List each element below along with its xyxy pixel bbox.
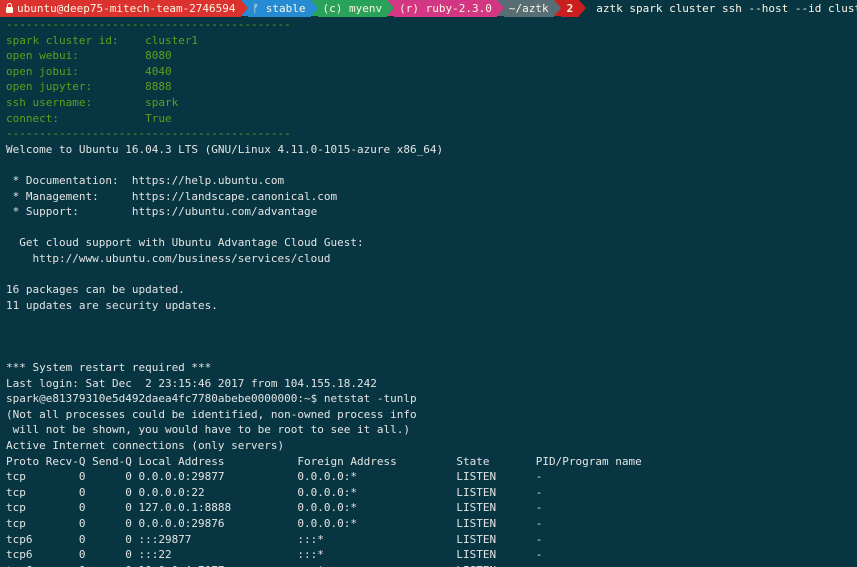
netstat-row: tcp 0 0 127.0.0.1:8888 0.0.0.0:* LISTEN … [6, 501, 543, 515]
segment-arrow-icon [387, 0, 395, 16]
prompt-git-branch: ᚠ stable [252, 1, 306, 15]
info-value: 4040 [145, 64, 172, 78]
prompt-dir: ~/aztk [508, 1, 549, 15]
prompt-ruby: (r) ruby-2.3.0 [399, 1, 492, 15]
netstat-row: tcp6 0 0 10.0.0.4:7077 :::* LISTEN - [6, 563, 857, 567]
netstat-row: tcp 0 0 0.0.0.0:29877 0.0.0.0:* LISTEN - [6, 470, 543, 484]
info-label: open jupyter: [6, 80, 146, 94]
terminal-line: Get cloud support with Ubuntu Advantage … [6, 236, 364, 250]
netstat-header: Proto Recv-Q Send-Q Local Address Foreig… [6, 454, 857, 470]
prompt-host-segment: ubuntu@deep75-mitech-team-2746594 [0, 0, 241, 17]
info-row: connect: True [6, 111, 857, 127]
netstat-row: tcp6 0 0 :::29877 :::* LISTEN - [6, 532, 543, 546]
shell-prompt: ubuntu@deep75-mitech-team-2746594 ᚠ stab… [0, 0, 857, 17]
terminal-line: (Not all processes could be identified, … [6, 407, 417, 421]
info-label: open jobui: [6, 64, 146, 78]
lock-icon [6, 2, 13, 13]
terminal-line: Active Internet connections (only server… [6, 439, 285, 453]
terminal-window[interactable]: ubuntu@deep75-mitech-team-2746594 ᚠ stab… [0, 0, 857, 567]
info-row: open jobui: 4040 [6, 64, 857, 80]
prompt-git-segment: ᚠ stable [247, 0, 311, 17]
prompt-env: (c) myenv [322, 1, 383, 15]
prompt-host: ubuntu@deep75-mitech-team-2746594 [17, 1, 236, 15]
info-value: cluster1 [145, 33, 199, 47]
prompt-command: aztk spark cluster ssh --host --id clust… [596, 1, 857, 15]
info-row: open webui: 8080 [6, 48, 857, 64]
terminal-line: http://www.ubuntu.com/business/services/… [6, 251, 331, 265]
info-separator-top: ----------------------------------------… [6, 18, 291, 31]
terminal-output: Welcome to Ubuntu 16.04.3 LTS (GNU/Linux… [6, 142, 857, 454]
terminal-line: 11 updates are security updates. [6, 298, 218, 312]
info-row: ssh username: spark [6, 95, 857, 111]
netstat-row: tcp6 0 0 :::22 :::* LISTEN - [6, 548, 543, 562]
info-value: 8080 [145, 49, 172, 63]
prompt-env-segment: (c) myenv [317, 0, 388, 17]
prompt-exit-code: 2 [566, 1, 574, 15]
info-row: spark cluster id: cluster1 [6, 33, 857, 49]
terminal-line: * Documentation: https://help.ubuntu.com [6, 173, 285, 187]
segment-arrow-icon [240, 0, 248, 16]
info-label: connect: [6, 111, 146, 125]
segment-arrow-icon [579, 0, 587, 16]
terminal-line: Last login: Sat Dec 2 23:15:46 2017 from… [6, 376, 377, 390]
terminal-line: 16 packages can be updated. [6, 283, 185, 297]
terminal-line: *** System restart required *** [6, 361, 212, 375]
prompt-ruby-segment: (r) ruby-2.3.0 [394, 0, 497, 17]
netstat-row: tcp 0 0 0.0.0.0:22 0.0.0.0:* LISTEN - [6, 485, 543, 499]
info-value: 8888 [145, 80, 172, 94]
terminal-line: * Support: https://ubuntu.com/advantage [6, 205, 318, 219]
cluster-info: spark cluster id: cluster1 open webui: 80… [6, 33, 857, 127]
netstat-header-text: Proto Recv-Q Send-Q Local Address Foreig… [6, 454, 642, 468]
netstat-row: tcp 0 0 0.0.0.0:29876 0.0.0.0:* LISTEN - [6, 517, 543, 530]
prompt-exit-segment: 2 [560, 0, 580, 17]
prompt-dir-segment: ~/aztk [503, 0, 554, 17]
info-value: spark [145, 95, 179, 109]
terminal-line: will not be shown, you would have to be … [6, 423, 410, 437]
terminal-line: spark@e81379310e5d492daea4fc7780abebe000… [6, 392, 417, 406]
segment-arrow-icon [496, 0, 504, 16]
segment-arrow-icon [553, 0, 561, 16]
netstat-table: tcp 0 0 0.0.0.0:29877 0.0.0.0:* LISTEN -… [6, 469, 857, 567]
info-separator-bottom: ----------------------------------------… [6, 127, 291, 141]
info-label: spark cluster id: [6, 33, 146, 47]
terminal-line: * Management: https://landscape.canonica… [6, 189, 338, 203]
info-label: open webui: [6, 49, 146, 63]
info-row: open jupyter: 8888 [6, 79, 857, 95]
terminal-line: Welcome to Ubuntu 16.04.3 LTS (GNU/Linux… [6, 142, 444, 156]
segment-arrow-icon [310, 0, 318, 16]
info-value: True [145, 111, 172, 125]
info-label: ssh username: [6, 95, 146, 109]
